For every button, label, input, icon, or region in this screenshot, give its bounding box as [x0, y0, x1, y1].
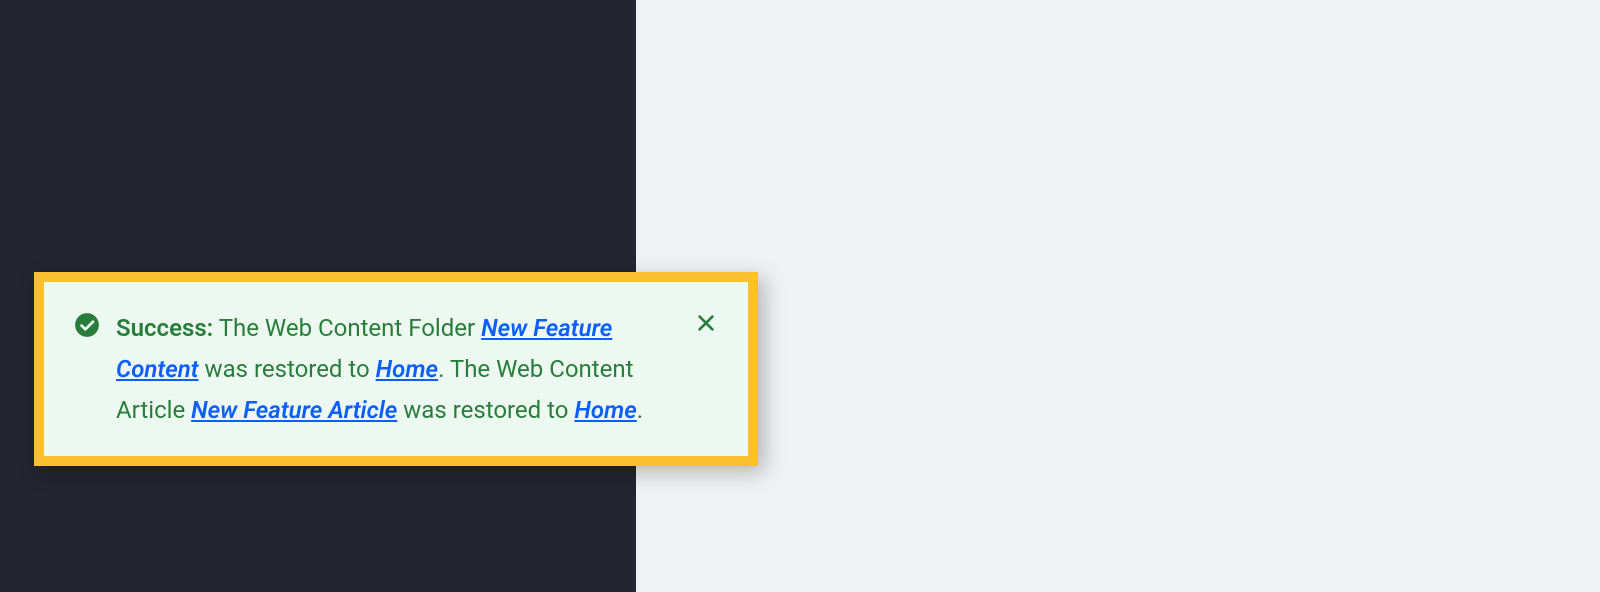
link-home-2[interactable]: Home	[574, 396, 636, 424]
link-new-feature-article[interactable]: New Feature Article	[191, 396, 397, 424]
alert-text: .	[637, 396, 643, 424]
close-icon	[695, 312, 717, 337]
alert-text: was restored to	[397, 396, 574, 424]
alert-text: The Web Content Folder	[213, 314, 481, 342]
alert-label: Success:	[116, 314, 213, 342]
link-home-1[interactable]: Home	[376, 355, 438, 383]
close-button[interactable]	[690, 308, 722, 340]
check-circle-icon	[74, 312, 100, 338]
alert-text: was restored to	[199, 355, 376, 383]
success-alert: Success: The Web Content Folder New Feat…	[34, 272, 758, 466]
alert-message: Success: The Web Content Folder New Feat…	[116, 308, 676, 430]
